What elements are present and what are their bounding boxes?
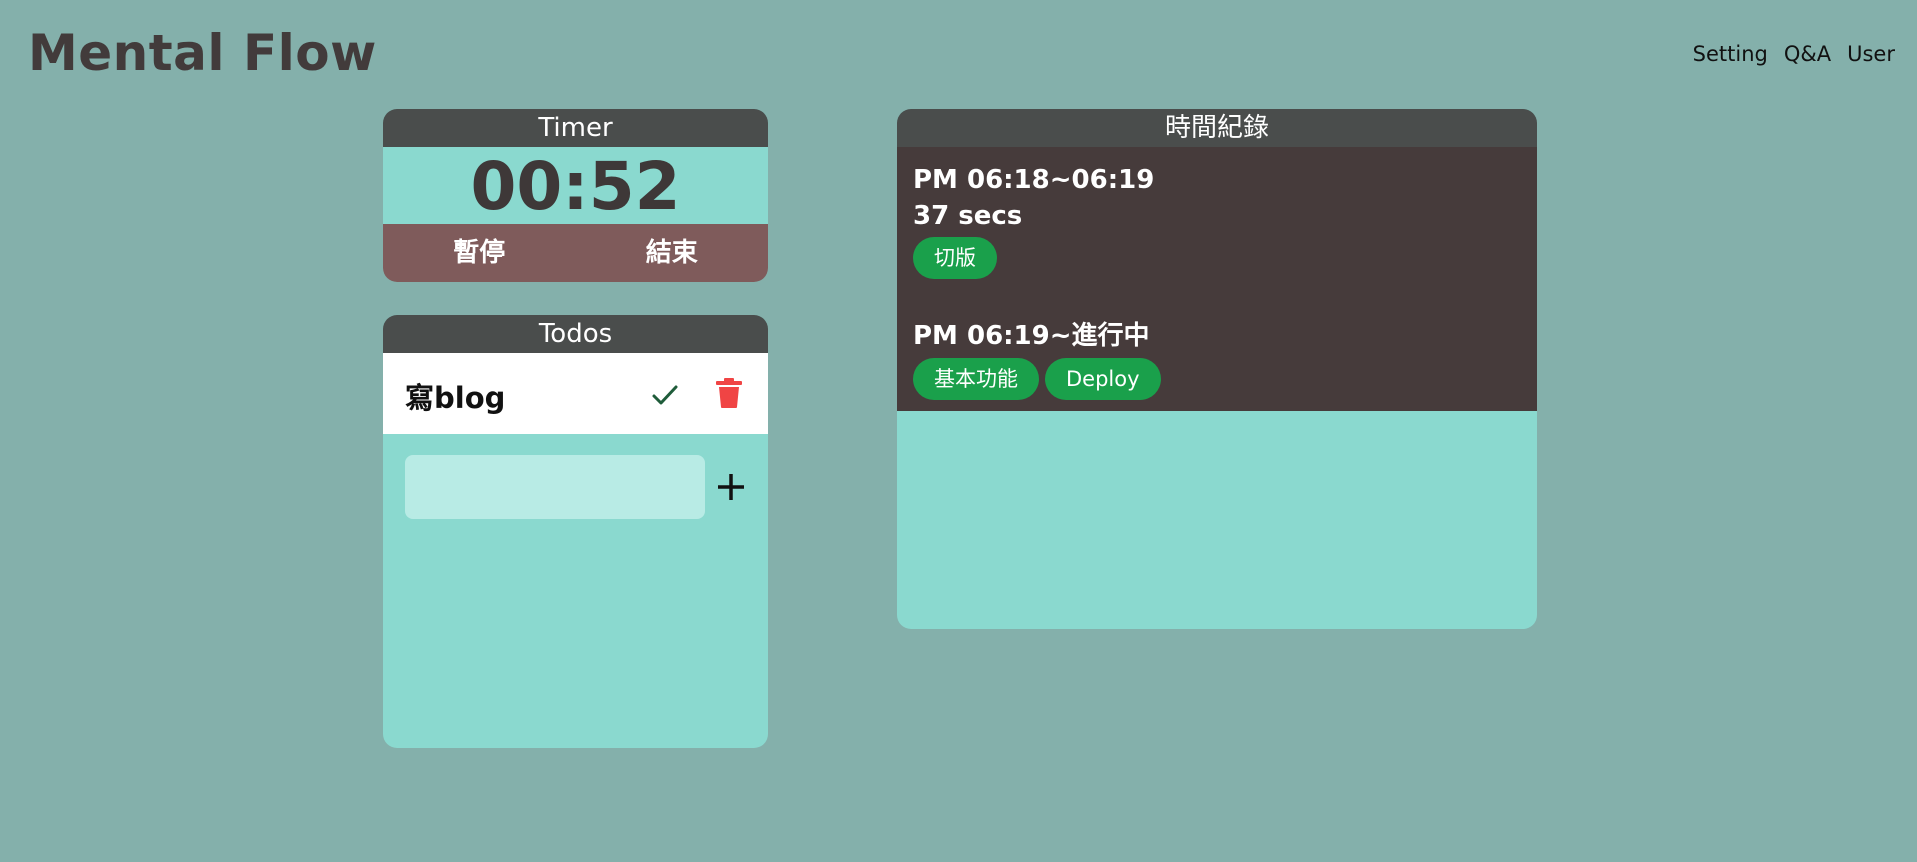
todos-card: Todos 寫blog (383, 315, 768, 748)
record-time: PM 06:18~06:19 (913, 165, 1155, 195)
new-todo-input[interactable] (405, 455, 705, 519)
trash-icon[interactable] (714, 377, 744, 409)
todo-text: 寫blog (405, 381, 506, 415)
records-title: 時間紀錄 (897, 109, 1537, 147)
pause-button[interactable]: 暫停 (383, 224, 576, 282)
record-tags: 基本功能 Deploy (913, 358, 1161, 400)
tag-chip[interactable]: 切版 (913, 237, 997, 279)
end-button[interactable]: 結束 (576, 224, 769, 282)
timer-card: Timer 00:52 暫停 結束 (383, 109, 768, 282)
nav-qa-link[interactable]: Q&A (1784, 42, 1831, 66)
timer-title: Timer (383, 109, 768, 147)
record-tags: 切版 (913, 237, 1154, 279)
record-entry: PM 06:18~06:19 37 secs 切版 (913, 165, 1154, 279)
check-icon[interactable] (648, 378, 682, 412)
top-nav: Setting Q&A User (1693, 42, 1895, 66)
plus-icon[interactable] (711, 467, 751, 507)
records-card: 時間紀錄 PM 06:18~06:19 37 secs 切版 PM 06:19~… (897, 109, 1537, 629)
todos-title: Todos (383, 315, 768, 353)
todo-item: 寫blog (383, 353, 768, 434)
tag-chip[interactable]: 基本功能 (913, 358, 1039, 400)
timer-display: 00:52 (470, 148, 681, 225)
app-title: Mental Flow (28, 24, 377, 82)
record-duration: 37 secs (913, 201, 1023, 231)
timer-actions: 暫停 結束 (383, 224, 768, 282)
record-entry: PM 06:19~進行中 基本功能 Deploy (913, 315, 1161, 400)
nav-user-link[interactable]: User (1847, 42, 1895, 66)
records-list: PM 06:18~06:19 37 secs 切版 PM 06:19~進行中 基… (897, 147, 1537, 411)
nav-setting-link[interactable]: Setting (1693, 42, 1768, 66)
tag-chip[interactable]: Deploy (1045, 358, 1161, 400)
record-time: PM 06:19~進行中 (913, 321, 1150, 351)
